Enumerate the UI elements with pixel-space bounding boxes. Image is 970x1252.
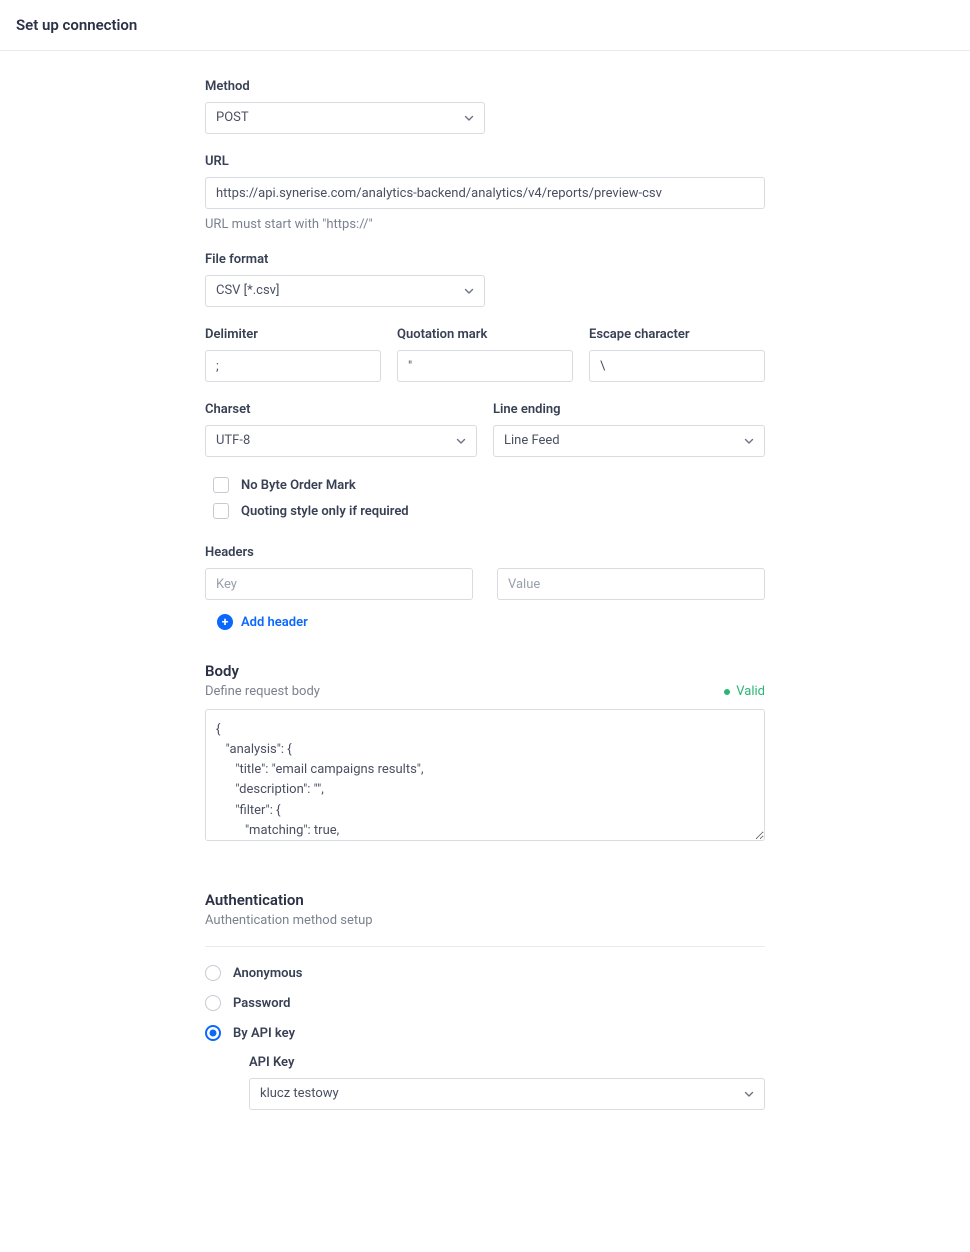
quotation-label: Quotation mark — [397, 327, 573, 342]
page-title: Set up connection — [16, 16, 954, 34]
file-format-select-wrap: CSV [*.csv] — [205, 275, 485, 307]
no-bom-label: No Byte Order Mark — [241, 478, 356, 493]
no-bom-row: No Byte Order Mark — [205, 477, 765, 493]
api-key-select[interactable]: klucz testowy — [249, 1078, 765, 1110]
url-hint: URL must start with "https://" — [205, 217, 765, 232]
body-titles: Body Define request body — [205, 662, 320, 699]
quoting-style-row: Quoting style only if required — [205, 503, 765, 519]
file-format-label: File format — [205, 252, 765, 267]
body-header: Body Define request body Valid — [205, 662, 765, 699]
escape-field: Escape character — [589, 327, 765, 382]
radio-api-key[interactable] — [205, 1025, 221, 1041]
quotation-input[interactable] — [397, 350, 573, 382]
headers-row — [205, 568, 765, 600]
body-title: Body — [205, 662, 320, 680]
method-select[interactable]: POST — [205, 102, 485, 134]
quotation-field: Quotation mark — [397, 327, 573, 382]
radio-password-label: Password — [233, 996, 290, 1011]
body-textarea[interactable] — [205, 709, 765, 841]
auth-option-anonymous[interactable]: Anonymous — [205, 965, 765, 981]
body-valid-badge: Valid — [724, 684, 765, 699]
auth-option-api-key[interactable]: By API key — [205, 1025, 765, 1041]
method-select-wrap: POST — [205, 102, 485, 134]
line-ending-field: Line ending Line Feed — [493, 402, 765, 457]
radio-api-key-label: By API key — [233, 1026, 295, 1041]
header-key-input[interactable] — [205, 568, 473, 600]
body-section: Body Define request body Valid — [205, 662, 765, 845]
auth-option-password[interactable]: Password — [205, 995, 765, 1011]
header-key-col — [205, 568, 473, 600]
header-value-col — [497, 568, 765, 600]
page-header: Set up connection — [0, 0, 970, 51]
charset-select-wrap: UTF-8 — [205, 425, 477, 457]
line-ending-select-wrap: Line Feed — [493, 425, 765, 457]
auth-title: Authentication — [205, 891, 765, 909]
valid-label: Valid — [736, 684, 765, 699]
valid-dot-icon — [724, 689, 730, 695]
auth-subtitle: Authentication method setup — [205, 913, 765, 928]
checkbox-group: No Byte Order Mark Quoting style only if… — [205, 477, 765, 519]
delimiter-field: Delimiter — [205, 327, 381, 382]
quoting-style-label: Quoting style only if required — [241, 504, 409, 519]
url-label: URL — [205, 154, 765, 169]
escape-input[interactable] — [589, 350, 765, 382]
auth-divider — [205, 946, 765, 947]
radio-anonymous-label: Anonymous — [233, 966, 302, 981]
quoting-style-checkbox[interactable] — [213, 503, 229, 519]
no-bom-checkbox[interactable] — [213, 477, 229, 493]
radio-anonymous[interactable] — [205, 965, 221, 981]
radio-password[interactable] — [205, 995, 221, 1011]
method-field: Method POST — [205, 79, 765, 134]
method-label: Method — [205, 79, 765, 94]
encoding-row: Charset UTF-8 Line ending Line Feed — [205, 402, 765, 457]
body-subtitle: Define request body — [205, 684, 320, 699]
charset-label: Charset — [205, 402, 477, 417]
charset-select[interactable]: UTF-8 — [205, 425, 477, 457]
file-format-select[interactable]: CSV [*.csv] — [205, 275, 485, 307]
api-key-block: API Key klucz testowy — [205, 1055, 765, 1110]
url-input[interactable] — [205, 177, 765, 209]
form-area: Method POST URL URL must start with "htt… — [205, 79, 765, 1110]
headers-field: Headers + Add header — [205, 545, 765, 630]
url-field: URL URL must start with "https://" — [205, 154, 765, 232]
plus-circle-icon: + — [217, 614, 233, 630]
api-key-label: API Key — [249, 1055, 765, 1070]
file-format-field: File format CSV [*.csv] — [205, 252, 765, 307]
charset-field: Charset UTF-8 — [205, 402, 477, 457]
csv-row: Delimiter Quotation mark Escape characte… — [205, 327, 765, 382]
add-header-button[interactable]: + Add header — [205, 614, 308, 630]
header-value-input[interactable] — [497, 568, 765, 600]
line-ending-select[interactable]: Line Feed — [493, 425, 765, 457]
delimiter-label: Delimiter — [205, 327, 381, 342]
delimiter-input[interactable] — [205, 350, 381, 382]
line-ending-label: Line ending — [493, 402, 765, 417]
api-key-select-wrap: klucz testowy — [249, 1078, 765, 1110]
add-header-label: Add header — [241, 615, 308, 630]
auth-section: Authentication Authentication method set… — [205, 891, 765, 1110]
escape-label: Escape character — [589, 327, 765, 342]
headers-label: Headers — [205, 545, 765, 560]
